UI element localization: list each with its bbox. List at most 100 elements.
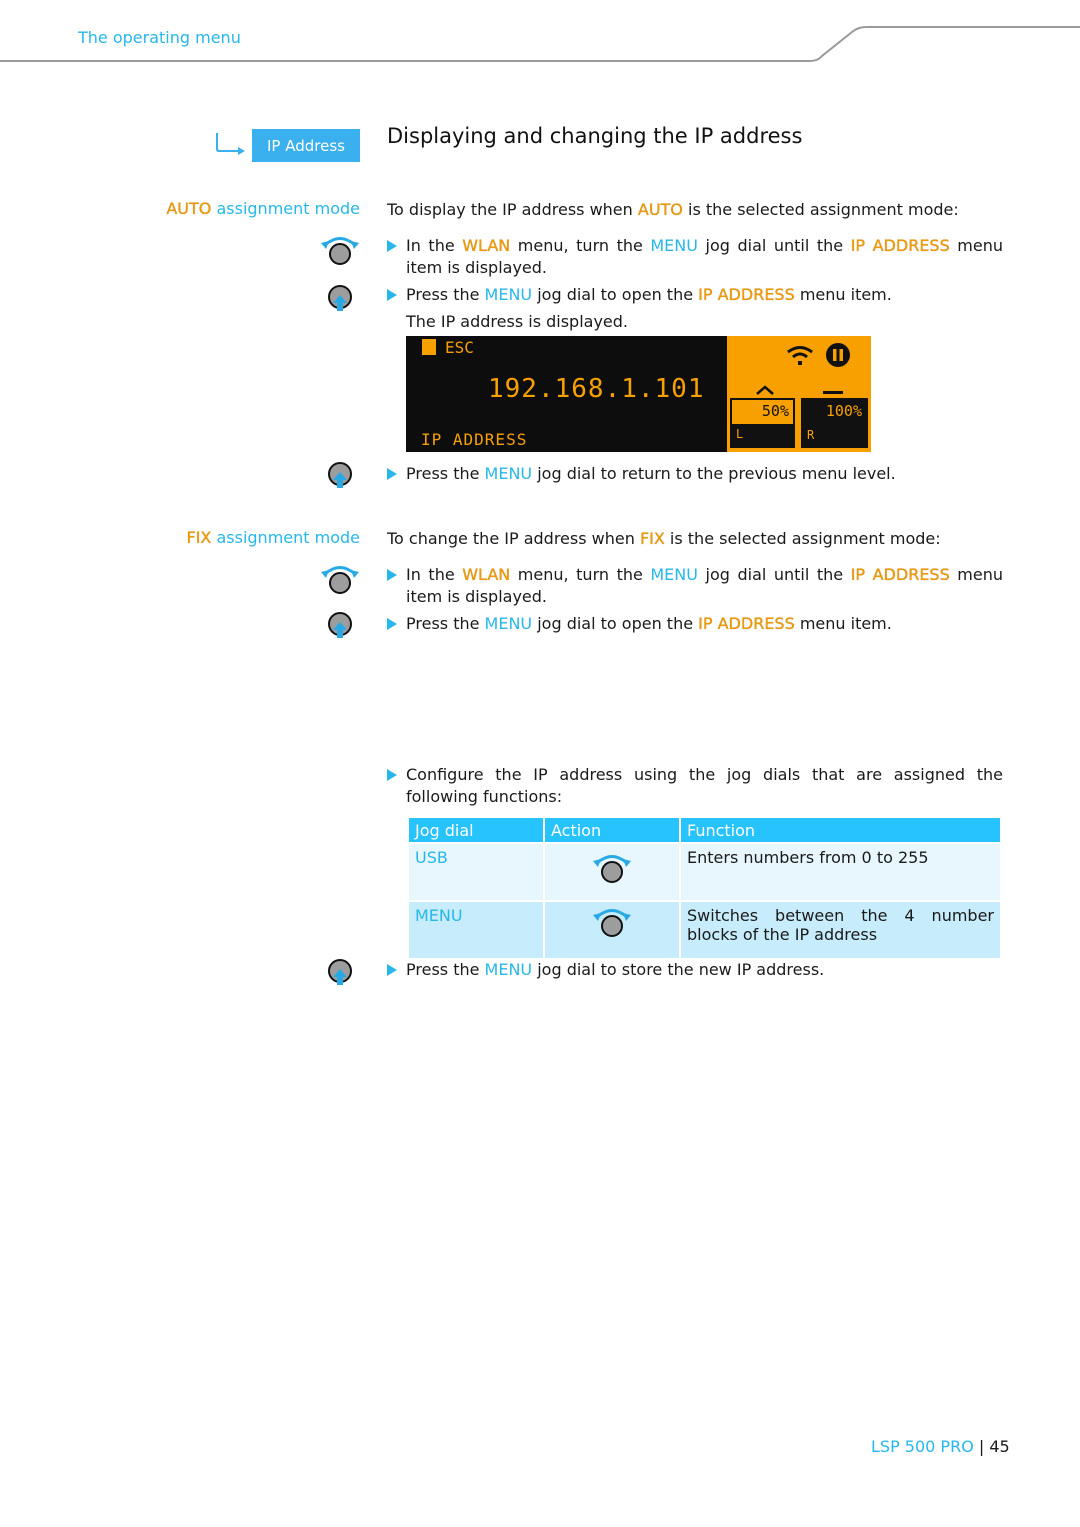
fix-step-2: Press the MENU jog dial to open the IP A… — [387, 613, 1003, 635]
table-row: MENU Switches between the 4 number block… — [409, 902, 1000, 958]
menu-keyword: MENU — [484, 960, 533, 979]
esc-label: ESC — [445, 338, 474, 357]
jog-dial-press-icon — [328, 612, 352, 638]
product-name: LSP 500 PRO — [871, 1437, 974, 1456]
text: In the — [406, 565, 463, 584]
menu-label: IP ADDRESS — [421, 430, 528, 449]
ip-address-value: 192.168.1.101 — [488, 374, 705, 404]
menu-keyword: MENU — [484, 285, 533, 304]
bullet-triangle-icon — [387, 240, 397, 252]
text: jog dial until the — [697, 236, 851, 255]
left-bar: L — [732, 424, 793, 446]
right-channel-label: R — [807, 428, 815, 442]
jog-dial-table: Jog dial Action Function USB Enters numb… — [407, 816, 1002, 960]
auto-mode-label: AUTO assignment mode — [166, 199, 360, 218]
text: To display the IP address when — [387, 200, 638, 219]
pause-icon — [826, 343, 850, 367]
bullet-triangle-icon — [387, 468, 397, 480]
fix-keyword: FIX — [186, 528, 212, 547]
fix-keyword: FIX — [639, 529, 665, 548]
text: jog dial to open the — [532, 614, 699, 633]
auto-intro: To display the IP address when AUTO is t… — [387, 199, 959, 221]
footer-separator: | — [978, 1437, 985, 1456]
table-header-row: Jog dial Action Function — [409, 818, 1000, 842]
jog-dial-press-icon — [328, 959, 352, 985]
ip-address-keyword: IP ADDRESS — [698, 285, 795, 304]
bullet-triangle-icon — [387, 964, 397, 976]
label-rest: assignment mode — [211, 528, 360, 547]
menu-item-badge: IP Address — [252, 129, 360, 162]
left-level: 50% — [761, 402, 789, 420]
jog-dial-turn-icon — [321, 237, 359, 265]
jog-dial-cell: MENU — [409, 902, 543, 958]
wlan-keyword: WLAN — [462, 565, 511, 584]
right-level: 100% — [825, 402, 862, 420]
ip-address-keyword: IP ADDRESS — [850, 236, 950, 255]
menu-keyword: MENU — [484, 464, 533, 483]
text: Press the — [406, 285, 485, 304]
jog-dial-turn-icon — [593, 855, 631, 883]
ip-address-keyword: IP ADDRESS — [698, 614, 795, 633]
text: is the selected assignment mode: — [682, 200, 959, 219]
table-row: USB Enters numbers from 0 to 255 — [409, 844, 1000, 900]
menu-path-arrow-icon — [216, 133, 245, 155]
column-header: Action — [545, 818, 679, 842]
left-channel-label: L — [736, 427, 744, 441]
text: jog dial to open the — [532, 285, 699, 304]
jog-dial-turn-icon — [593, 909, 631, 937]
text: Press the — [406, 464, 485, 483]
auto-step-3: Press the MENU jog dial to return to the… — [387, 463, 1003, 485]
fix-intro: To change the IP address when FIX is the… — [387, 528, 941, 550]
text: Press the — [406, 614, 485, 633]
bullet-triangle-icon — [387, 618, 397, 630]
action-cell — [545, 844, 679, 900]
auto-keyword: AUTO — [637, 200, 683, 219]
bullet-triangle-icon — [387, 769, 397, 781]
menu-keyword: MENU — [650, 236, 698, 255]
menu-keyword: MENU — [484, 614, 533, 633]
fix-step-4: Press the MENU jog dial to store the new… — [387, 959, 1003, 981]
auto-step-1: In the WLAN menu, turn the MENU jog dial… — [387, 235, 1003, 279]
status-panel: 50% L 100% R — [727, 336, 871, 452]
text: jog dial until the — [697, 565, 851, 584]
jog-dial-press-icon — [328, 285, 352, 311]
esc-indicator — [422, 339, 436, 355]
fix-step-3: Configure the IP address using the jog d… — [387, 764, 1003, 808]
left-channel-box: 50% L — [730, 398, 795, 448]
page-footer: LSP 500 PRO | 45 — [871, 1437, 1010, 1456]
menu-keyword: MENU — [650, 565, 698, 584]
column-header: Function — [681, 818, 1000, 842]
action-cell — [545, 902, 679, 958]
text: menu item. — [794, 285, 892, 304]
text: menu item. — [794, 614, 892, 633]
function-cell: Enters numbers from 0 to 255 — [681, 844, 1000, 900]
jog-dial-press-icon — [328, 462, 352, 488]
fix-step-1: In the WLAN menu, turn the MENU jog dial… — [387, 564, 1003, 608]
bullet-triangle-icon — [387, 569, 397, 581]
jog-dial-cell: USB — [409, 844, 543, 900]
level-flat-icon — [823, 391, 843, 394]
wlan-keyword: WLAN — [462, 236, 511, 255]
text: is the selected assignment mode: — [664, 529, 941, 548]
fix-mode-label: FIX assignment mode — [187, 528, 361, 547]
bullet-triangle-icon — [387, 289, 397, 301]
text: jog dial to return to the previous menu … — [532, 464, 896, 483]
wifi-icon — [787, 346, 813, 365]
jog-dial-turn-icon — [321, 566, 359, 594]
section-title: The operating menu — [78, 28, 241, 47]
device-display: ESC 192.168.1.101 IP ADDRESS 50% L 100% … — [406, 336, 871, 452]
page-number: 45 — [989, 1437, 1010, 1456]
text: To change the IP address when — [387, 529, 640, 548]
level-up-icon — [756, 385, 774, 395]
auto-step-2: Press the MENU jog dial to open the IP A… — [387, 284, 1003, 306]
page-heading: Displaying and changing the IP address — [387, 124, 803, 148]
text: Press the — [406, 960, 485, 979]
text: jog dial to store the new IP address. — [532, 960, 825, 979]
text: menu, turn the — [510, 565, 651, 584]
label-rest: assignment mode — [211, 199, 360, 218]
auto-keyword: AUTO — [166, 199, 212, 218]
right-channel-box: 100% R — [801, 398, 868, 448]
function-cell: Switches between the 4 number blocks of … — [681, 902, 1000, 958]
ip-address-keyword: IP ADDRESS — [850, 565, 950, 584]
text: menu, turn the — [510, 236, 651, 255]
